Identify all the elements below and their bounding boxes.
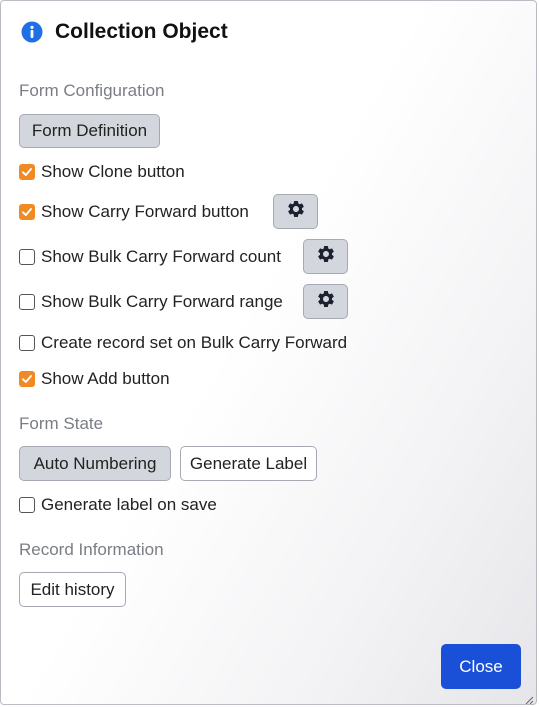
show-bulk-carry-forward-range-label: Show Bulk Carry Forward range (41, 292, 283, 311)
checkmark-icon (22, 168, 32, 176)
show-add-button-checkbox[interactable] (19, 371, 35, 387)
close-button[interactable]: Close (441, 644, 521, 689)
bulk-carry-forward-range-settings-button[interactable] (303, 284, 348, 319)
dialog-title: Collection Object (55, 20, 228, 43)
show-carry-forward-button-checkbox[interactable] (19, 204, 35, 220)
gear-icon (286, 199, 306, 224)
form-state-heading: Form State (19, 414, 104, 433)
show-add-button-label: Show Add button (41, 369, 170, 388)
carry-forward-settings-button[interactable] (273, 194, 318, 229)
show-clone-button-label: Show Clone button (41, 162, 185, 181)
show-bulk-carry-forward-count-checkbox[interactable] (19, 249, 35, 265)
generate-label-on-save-label: Generate label on save (41, 495, 217, 514)
generate-label-on-save-checkbox[interactable] (19, 497, 35, 513)
create-record-set-option[interactable]: Create record set on Bulk Carry Forward (19, 333, 347, 353)
show-bulk-carry-forward-count-label: Show Bulk Carry Forward count (41, 247, 281, 266)
gear-icon (316, 244, 336, 269)
generate-label-on-save-option[interactable]: Generate label on save (19, 495, 217, 515)
record-information-heading: Record Information (19, 540, 164, 559)
bulk-carry-forward-count-settings-button[interactable] (303, 239, 348, 274)
form-configuration-heading: Form Configuration (19, 81, 165, 100)
form-definition-button[interactable]: Form Definition (19, 114, 160, 148)
show-clone-button-checkbox[interactable] (19, 164, 35, 180)
show-carry-forward-button-option[interactable]: Show Carry Forward button (19, 202, 249, 222)
dialog-header: Collection Object (21, 20, 228, 44)
create-record-set-checkbox[interactable] (19, 335, 35, 351)
auto-numbering-button[interactable]: Auto Numbering (19, 446, 171, 481)
show-bulk-carry-forward-range-option[interactable]: Show Bulk Carry Forward range (19, 292, 283, 312)
edit-history-button[interactable]: Edit history (19, 572, 126, 607)
collection-object-dialog: Collection Object Form Configuration For… (0, 0, 537, 705)
info-circle-icon (21, 21, 43, 43)
resize-grip-icon[interactable] (524, 692, 534, 704)
show-bulk-carry-forward-count-option[interactable]: Show Bulk Carry Forward count (19, 247, 281, 267)
checkmark-icon (22, 208, 32, 216)
show-add-button-option[interactable]: Show Add button (19, 369, 170, 389)
create-record-set-label: Create record set on Bulk Carry Forward (41, 333, 348, 352)
show-carry-forward-button-label: Show Carry Forward button (41, 202, 249, 221)
show-clone-button-option[interactable]: Show Clone button (19, 162, 185, 182)
gear-icon (316, 289, 336, 314)
show-bulk-carry-forward-range-checkbox[interactable] (19, 294, 35, 310)
generate-label-button[interactable]: Generate Label (180, 446, 317, 481)
checkmark-icon (22, 375, 32, 383)
